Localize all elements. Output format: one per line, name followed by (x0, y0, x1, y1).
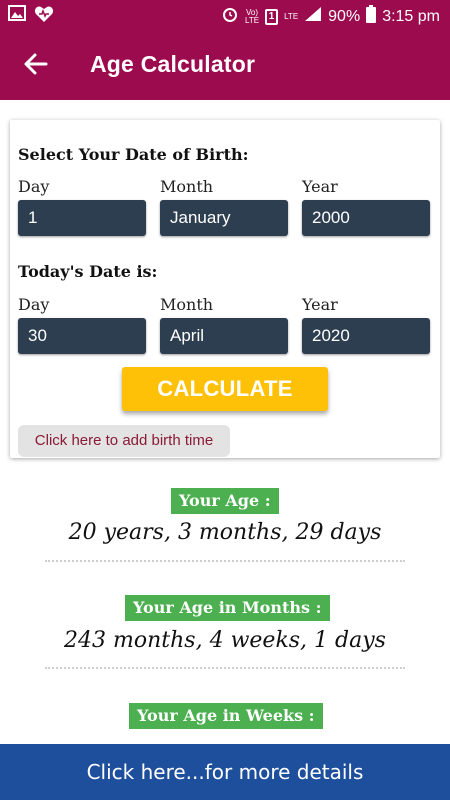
birth-date-heading: Select Your Date of Birth: (18, 145, 249, 164)
divider (45, 667, 405, 669)
divider (45, 560, 405, 562)
your-age-badge: Your Age : (171, 488, 279, 514)
birth-year-field[interactable]: 2000 (302, 200, 430, 236)
calculate-button[interactable]: CALCULATE (122, 367, 328, 411)
status-bar: Vo) LTE 1 LTE 90% 3:15 pm (0, 0, 450, 30)
birth-year-label: Year (302, 177, 338, 196)
birth-day-label: Day (18, 177, 50, 196)
months-result: 243 months, 4 weeks, 1 days (64, 628, 386, 653)
lte-label: LTE (284, 11, 299, 21)
add-birth-time-button[interactable]: Click here to add birth time (18, 425, 230, 457)
heart-notification-icon (34, 5, 54, 28)
app-bar: Age Calculator (0, 30, 450, 100)
birth-month-field[interactable]: January (160, 200, 288, 236)
sim-icon: 1 (265, 8, 279, 25)
today-month-label: Month (160, 295, 214, 314)
back-arrow-icon[interactable] (22, 50, 50, 78)
age-in-months-badge: Your Age in Months : (125, 595, 330, 621)
today-date-heading: Today's Date is: (18, 262, 158, 281)
volte-icon: Vo) LTE (245, 7, 260, 25)
battery-percent: 90% (328, 7, 361, 25)
today-day-field[interactable]: 30 (18, 318, 146, 354)
birth-day-field[interactable]: 1 (18, 200, 146, 236)
battery-icon (366, 5, 377, 28)
date-input-card: Select Your Date of Birth: Day Month Yea… (10, 120, 440, 458)
birth-month-label: Month (160, 177, 214, 196)
today-day-label: Day (18, 295, 50, 314)
gallery-notification-icon (8, 5, 26, 28)
today-year-field[interactable]: 2020 (302, 318, 430, 354)
age-in-weeks-badge: Your Age in Weeks : (129, 703, 323, 729)
today-month-field[interactable]: April (160, 318, 288, 354)
clock: 3:15 pm (382, 7, 440, 25)
alarm-icon (221, 5, 239, 28)
today-year-label: Year (302, 295, 338, 314)
page-title: Age Calculator (90, 51, 256, 77)
more-details-button[interactable]: Click here...for more details (0, 744, 450, 800)
age-result: 20 years, 3 months, 29 days (68, 520, 382, 545)
signal-icon (304, 6, 322, 27)
